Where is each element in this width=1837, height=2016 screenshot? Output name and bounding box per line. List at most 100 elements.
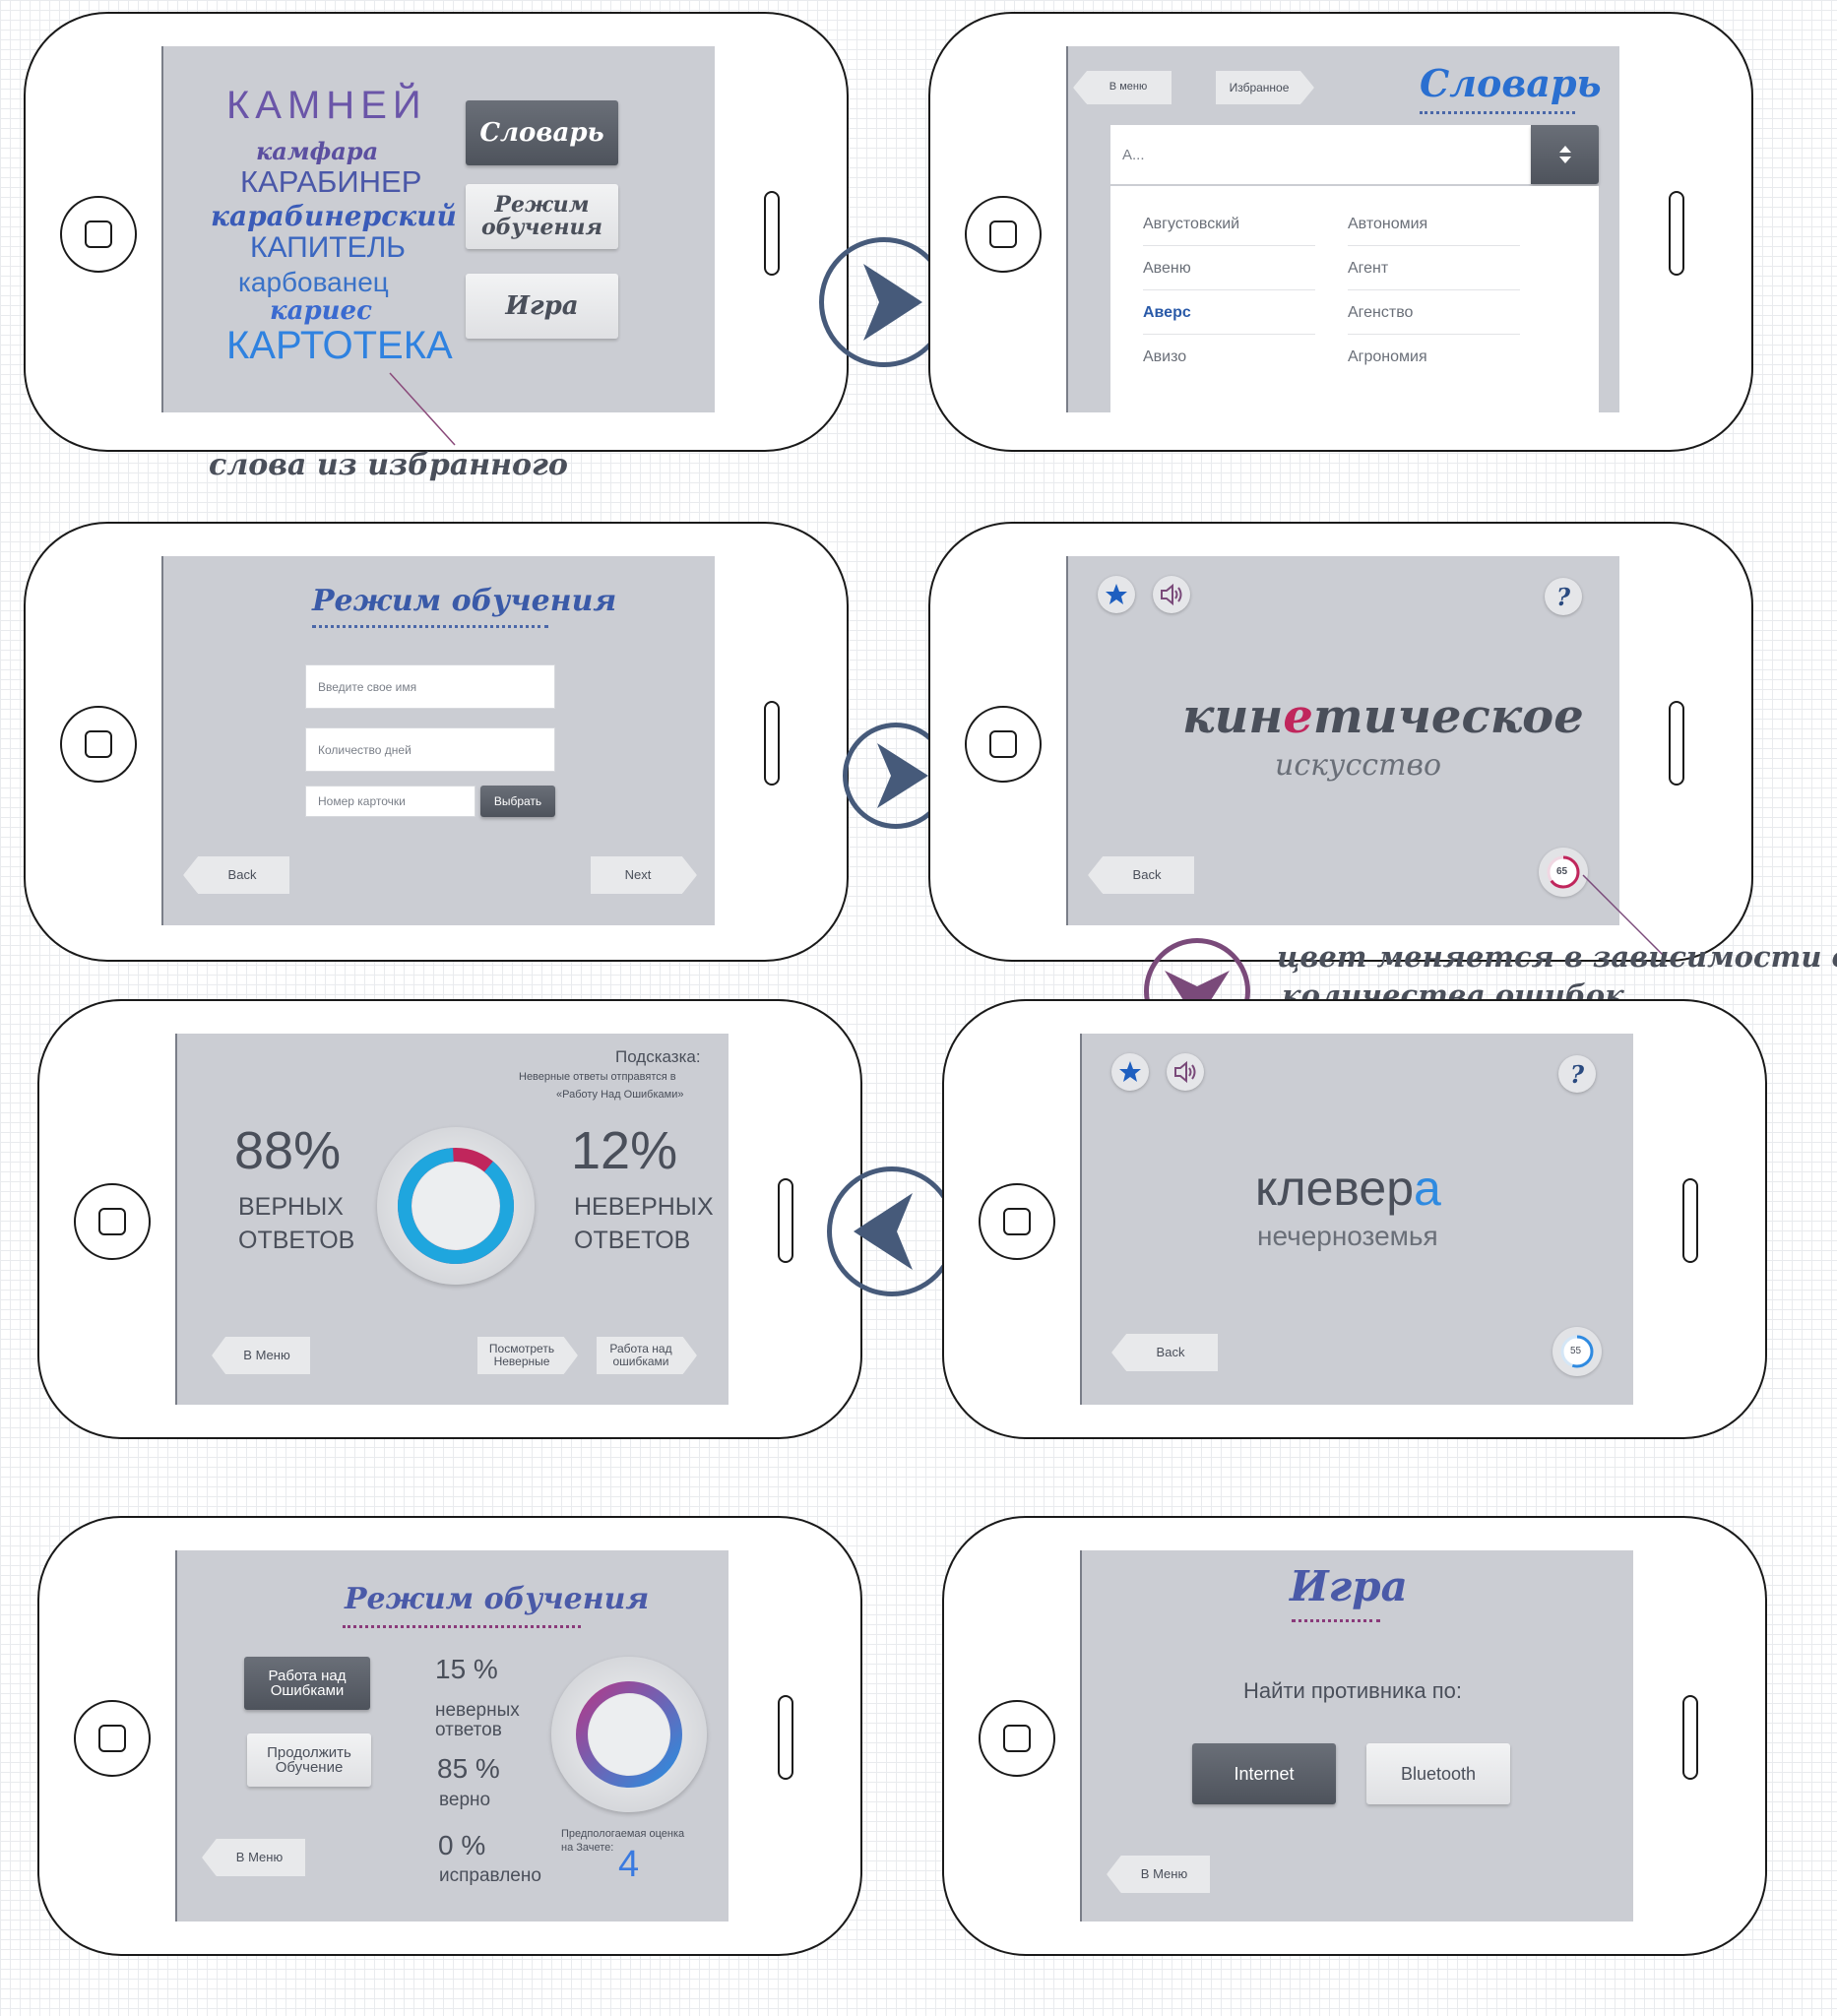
arrow-right-icon <box>863 264 922 341</box>
phone-speaker <box>1669 701 1684 786</box>
internet-button[interactable]: Internet <box>1192 1743 1336 1804</box>
phone-speaker <box>764 191 780 276</box>
home-button[interactable] <box>965 706 1042 783</box>
next-button[interactable]: Next <box>591 856 697 894</box>
result-item[interactable]: Августовский <box>1143 216 1239 233</box>
back-button[interactable]: Back <box>1111 1334 1218 1371</box>
word-display: кинетическое <box>1182 689 1584 744</box>
phone-speaker <box>1682 1695 1698 1780</box>
divider <box>1348 245 1520 246</box>
learning-mode-button[interactable]: Режим обучения <box>466 184 618 249</box>
result-item-selected[interactable]: Аверс <box>1143 304 1191 322</box>
phone-speaker <box>778 1695 793 1780</box>
result-item[interactable]: Авизо <box>1143 348 1186 366</box>
wrong-label-2: ответов <box>435 1720 502 1740</box>
word-3[interactable]: КАРАБИНЕР <box>240 164 421 200</box>
home-button[interactable] <box>60 706 137 783</box>
result-item[interactable]: Агент <box>1348 260 1388 278</box>
word-6[interactable]: карбованец <box>238 267 389 298</box>
flow-arrow-left <box>827 1166 957 1296</box>
home-button[interactable] <box>74 1700 151 1777</box>
word-2[interactable]: камфара <box>256 137 378 165</box>
word-part: тическое <box>1312 689 1584 744</box>
home-button[interactable] <box>979 1183 1055 1260</box>
days-input[interactable]: Количество дней <box>305 727 555 772</box>
favorite-star-button[interactable] <box>1111 1053 1149 1091</box>
correct-label-2: ОТВЕТОВ <box>238 1227 355 1254</box>
choose-button[interactable]: Выбрать <box>480 786 555 817</box>
phone-frame-6: ? клевера нечерноземья Back 55 <box>942 999 1767 1439</box>
sort-button[interactable] <box>1531 125 1599 184</box>
favorites-pointer-line <box>389 372 456 446</box>
word-7[interactable]: кариес <box>270 296 372 326</box>
word-4[interactable]: карабинерский <box>211 200 457 232</box>
menu-button[interactable]: В Меню <box>1107 1856 1210 1893</box>
menu-button[interactable]: В меню <box>1073 71 1172 104</box>
divider <box>1348 334 1520 335</box>
title-underline <box>312 625 548 628</box>
phone-speaker <box>764 701 780 786</box>
game-button[interactable]: Игра <box>466 274 618 339</box>
work-on-errors-button[interactable]: Работа над Ошибками <box>244 1657 370 1710</box>
star-icon <box>1106 584 1127 604</box>
help-button[interactable]: ? <box>1545 578 1582 615</box>
dictionary-button[interactable]: Словарь <box>466 100 618 165</box>
result-item[interactable]: Агрономия <box>1348 348 1427 366</box>
sound-button[interactable] <box>1153 576 1190 613</box>
result-item[interactable]: Авеню <box>1143 260 1191 278</box>
word-1[interactable]: КАМНЕЙ <box>226 84 427 128</box>
continue-learning-button[interactable]: Продолжить Обучение <box>247 1733 371 1787</box>
sound-button[interactable] <box>1167 1053 1204 1091</box>
card-placeholder: Номер карточки <box>318 794 406 808</box>
find-opponent-label: Найти противника по: <box>1243 1678 1462 1703</box>
correct-percent: 85 % <box>437 1753 500 1784</box>
view-wrong-button[interactable]: Посмотреть Неверные <box>477 1337 578 1374</box>
help-button[interactable]: ? <box>1558 1055 1596 1093</box>
bluetooth-button[interactable]: Bluetooth <box>1366 1743 1510 1804</box>
word-display: клевера <box>1255 1160 1441 1217</box>
correct-percent: 88% <box>234 1121 342 1180</box>
search-value: А... <box>1122 146 1145 163</box>
wrong-label-1: неверных <box>435 1700 520 1721</box>
divider <box>1143 245 1315 246</box>
menu-button[interactable]: В Меню <box>202 1839 305 1876</box>
subword-display: нечерноземья <box>1257 1221 1438 1251</box>
phone-frame-3: Режим обучения Введите свое имя Количест… <box>24 522 849 962</box>
divider <box>1348 289 1520 290</box>
hint-line-1: Неверные ответы отправятся в <box>519 1071 676 1083</box>
result-donut-svg <box>398 1148 514 1264</box>
phone-frame-2: В меню Избранное Словарь А... Августовск… <box>928 12 1753 452</box>
work-on-errors-button[interactable]: Работа над ошибками <box>597 1337 697 1374</box>
speaker-icon <box>1174 1060 1196 1084</box>
favorites-annotation: слова из избранного <box>209 448 568 482</box>
phone-frame-7: Режим обучения Работа над Ошибками Продо… <box>37 1516 862 1956</box>
grade-value: 4 <box>618 1844 640 1885</box>
title-underline <box>1420 111 1575 114</box>
hint-line-2: «Работу Над Ошибками» <box>556 1089 684 1101</box>
home-button[interactable] <box>60 196 137 273</box>
menu-button[interactable]: В Меню <box>212 1337 310 1374</box>
back-button[interactable]: Back <box>183 856 289 894</box>
speaker-icon <box>1161 583 1182 606</box>
home-button[interactable] <box>74 1183 151 1260</box>
summary-donut <box>551 1657 707 1812</box>
name-input[interactable]: Введите свое имя <box>305 664 555 709</box>
back-button[interactable]: Back <box>1088 856 1194 894</box>
results-dropdown: Августовский Авеню Аверс Авизо Автономия… <box>1110 186 1599 412</box>
game-screen: Игра Найти противника по: Internet Bluet… <box>1080 1550 1633 1922</box>
wrong-percent: 12% <box>571 1121 678 1180</box>
home-button[interactable] <box>979 1700 1055 1777</box>
card-number-input[interactable]: Номер карточки <box>305 786 475 817</box>
favorites-button[interactable]: Избранное <box>1216 71 1314 104</box>
word-5[interactable]: КАПИТЕЛЬ <box>250 231 406 265</box>
result-item[interactable]: Автономия <box>1348 216 1427 233</box>
progress-value: 55 <box>1570 1346 1582 1356</box>
search-input[interactable]: А... <box>1110 125 1532 184</box>
phone-frame-8: Игра Найти противника по: Internet Bluet… <box>942 1516 1767 1956</box>
result-item[interactable]: Агенство <box>1348 304 1413 322</box>
word-part: кин <box>1182 689 1284 744</box>
favorite-star-button[interactable] <box>1098 576 1135 613</box>
title-underline <box>1292 1619 1380 1622</box>
home-button[interactable] <box>965 196 1042 273</box>
word-8[interactable]: КАРТОТЕКА <box>226 324 453 368</box>
